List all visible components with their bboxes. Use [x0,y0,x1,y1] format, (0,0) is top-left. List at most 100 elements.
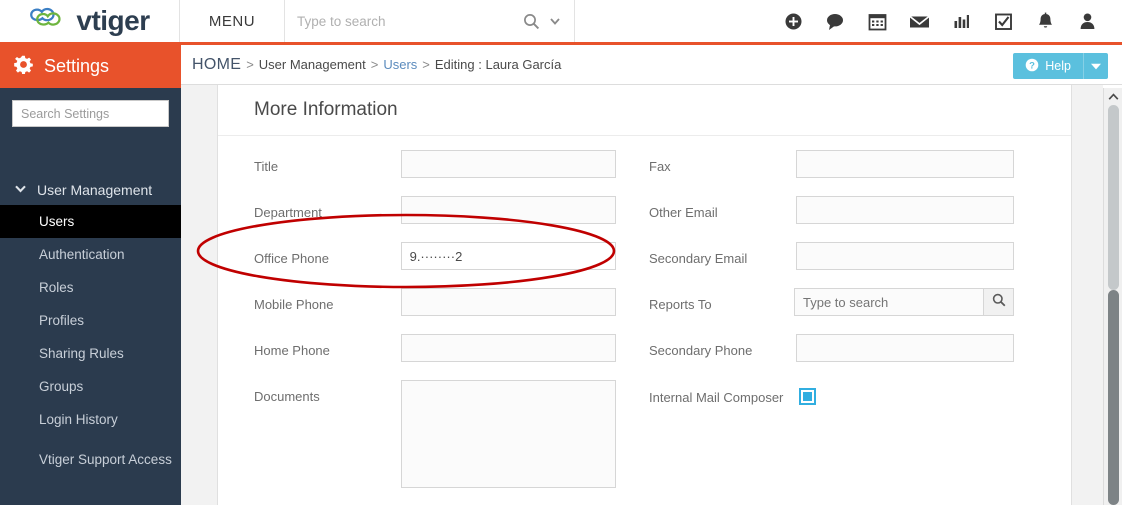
reports-to-input[interactable] [794,288,983,316]
global-search-container [285,0,575,42]
field-mobile-phone: Mobile Phone [218,288,616,316]
vtiger-logo[interactable]: vtiger [0,0,180,42]
field-label: Secondary Phone [649,334,796,359]
sidebar-item-sharing-rules[interactable]: Sharing Rules [0,337,181,370]
documents-textarea[interactable] [401,380,616,488]
office-phone-input[interactable] [401,242,616,270]
sidebar-item-label: Groups [39,379,83,394]
sidebar-item-roles[interactable]: Roles [0,271,181,304]
sidebar-item-label: Roles [39,280,74,295]
more-information-form: Title Fax Department O [218,136,1071,505]
form-row: Home Phone Secondary Phone [218,334,1071,362]
form-row: Office Phone Secondary Email [218,242,1071,270]
scroll-up-button[interactable] [1104,88,1122,105]
field-label: Internal Mail Composer [649,380,799,406]
caret-down-icon [1091,57,1101,75]
help-button-group: ? Help [1013,53,1108,79]
topbar-action-icons [772,0,1122,42]
breadcrumb-separator: > [246,57,254,72]
top-navigation-bar: vtiger MENU [0,0,1122,45]
field-label: Documents [254,380,401,405]
notifications-icon[interactable] [1024,0,1066,44]
form-row: Mobile Phone Reports To [218,288,1071,316]
chevron-down-icon [14,182,27,198]
title-input[interactable] [401,150,616,178]
sidebar-item-label: Vtiger Support Access [39,451,172,468]
sidebar-item-label: Profiles [39,313,84,328]
row-spacer [218,316,1071,334]
field-title: Title [218,150,616,178]
panel-title: More Information [218,85,1071,136]
field-office-phone: Office Phone [218,242,616,270]
vertical-scrollbar[interactable] [1103,88,1122,505]
main-menu-button[interactable]: MENU [180,0,285,42]
vtiger-settings-page: vtiger MENU [0,0,1122,505]
sidebar-item-users[interactable]: Users [0,205,181,238]
internal-mail-composer-checkbox[interactable] [799,388,816,405]
question-circle-icon: ? [1025,58,1039,75]
svg-text:?: ? [1029,60,1035,71]
field-other-email: Other Email [616,196,1014,224]
comment-icon[interactable] [814,0,856,44]
field-label: Other Email [649,196,796,221]
menu-label: MENU [209,13,255,30]
search-settings-input[interactable] [12,100,169,127]
sidebar-item-authentication[interactable]: Authentication [0,238,181,271]
sidebar-item-profiles[interactable]: Profiles [0,304,181,337]
settings-title: Settings [44,56,109,77]
chevron-down-icon[interactable] [548,14,562,28]
scrollbar-track[interactable] [1104,105,1122,505]
help-button[interactable]: ? Help [1013,53,1083,79]
sidebar-search-container [0,88,181,127]
field-label: Secondary Email [649,242,796,267]
field-label: Mobile Phone [254,288,401,313]
row-spacer [218,488,1071,505]
vtiger-cloud-logo-icon [29,4,71,39]
field-label: Reports To [649,288,794,313]
settings-header: Settings [0,45,181,88]
breadcrumb-editing-record: Editing : Laura García [435,57,561,72]
row-spacer [218,224,1071,242]
other-email-input[interactable] [796,196,1014,224]
breadcrumb-users[interactable]: Users [383,57,417,72]
field-label: Office Phone [254,242,401,267]
sidebar-item-vtiger-support-access[interactable]: Vtiger Support Access [0,436,181,482]
field-home-phone: Home Phone [218,334,616,362]
global-search-input[interactable] [297,14,515,29]
envelope-icon[interactable] [898,0,940,44]
field-label: Home Phone [254,334,401,359]
search-icon[interactable] [523,13,540,30]
fax-input[interactable] [796,150,1014,178]
form-row: Documents Internal Mail Composer [218,380,1071,488]
user-profile-icon[interactable] [1066,0,1108,44]
mobile-phone-input[interactable] [401,288,616,316]
field-secondary-phone: Secondary Phone [616,334,1014,362]
reports-to-group [794,288,1014,316]
breadcrumb-home[interactable]: HOME [192,56,241,74]
help-dropdown-toggle[interactable] [1083,53,1108,79]
scrollbar-thumb[interactable] [1108,290,1119,505]
sidebar-item-groups[interactable]: Groups [0,370,181,403]
sidebar-group-label: User Management [37,182,152,198]
breadcrumb-user-management[interactable]: User Management [259,57,366,72]
scrollbar-track-upper [1108,105,1119,290]
sidebar-item-login-history[interactable]: Login History [0,403,181,436]
secondary-phone-input[interactable] [796,334,1014,362]
department-input[interactable] [401,196,616,224]
secondary-email-input[interactable] [796,242,1014,270]
field-documents: Documents [218,380,616,488]
sidebar-group-user-management[interactable]: User Management [0,175,181,205]
sidebar-item-label: Authentication [39,247,125,262]
form-row: Department Other Email [218,196,1071,224]
help-label: Help [1045,59,1071,73]
home-phone-input[interactable] [401,334,616,362]
form-row: Title Fax [218,150,1071,178]
analytics-icon[interactable] [940,0,982,44]
row-spacer [218,178,1071,196]
reports-to-search-button[interactable] [983,288,1014,316]
tasks-icon[interactable] [982,0,1024,44]
field-internal-mail-composer: Internal Mail Composer [616,380,1014,488]
add-circle-icon[interactable] [772,0,814,44]
gear-icon [14,55,33,79]
calendar-icon[interactable] [856,0,898,44]
